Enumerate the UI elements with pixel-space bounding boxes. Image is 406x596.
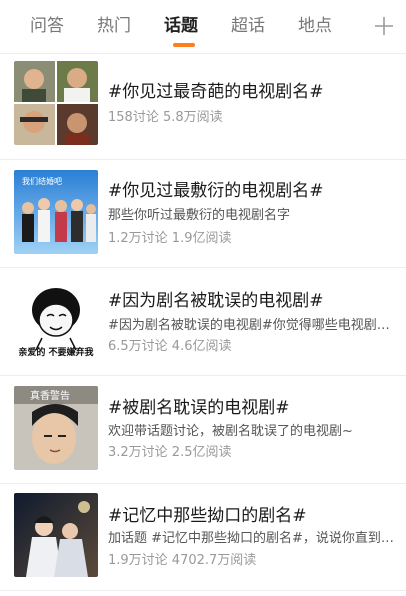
list-divider <box>0 590 406 591</box>
list-divider <box>0 483 406 484</box>
thumbnail-caption: 亲爱的 不要嫌弃我 <box>18 348 94 358</box>
topic-thumbnail <box>14 61 98 145</box>
tab-topics[interactable]: 话题 <box>164 14 198 38</box>
topic-item[interactable]: 真香警告 #被剧名耽误的电视剧# 欢迎带话题讨论，被剧名耽误了的电视剧~ 3.2… <box>0 386 406 478</box>
tab-bar: 问答 热门 话题 超话 地点 <box>0 0 406 54</box>
topic-item[interactable]: #记忆中那些拗口的剧名# 加话题 #记忆中那些拗口的剧名#，说说你直到现在都记不… <box>0 493 406 585</box>
topic-item[interactable]: 亲爱的 不要嫌弃我 #因为剧名被耽误的电视剧# #因为剧名被耽误的电视剧#你觉得… <box>0 280 406 368</box>
topic-title: #你见过最敷衍的电视剧名# <box>108 181 324 201</box>
topic-stats: 6.5万讨论 4.6亿阅读 <box>108 339 232 354</box>
topic-item[interactable]: #你见过最奇葩的电视剧名# 158讨论 5.8万阅读 <box>0 61 406 156</box>
tab-bar-divider <box>0 53 406 54</box>
tab-super-topics[interactable]: 超话 <box>231 14 265 38</box>
topic-stats: 3.2万讨论 2.5亿阅读 <box>108 445 232 460</box>
tab-places[interactable]: 地点 <box>298 14 332 38</box>
topic-title: #你见过最奇葩的电视剧名# <box>108 82 324 102</box>
thumbnail-caption: 真香警告 <box>30 391 70 402</box>
topic-stats: 1.2万讨论 1.9亿阅读 <box>108 231 232 246</box>
tab-qa[interactable]: 问答 <box>30 14 64 38</box>
topic-thumbnail <box>14 493 98 577</box>
plus-icon[interactable] <box>372 14 396 38</box>
topic-stats: 158讨论 5.8万阅读 <box>108 110 223 125</box>
topic-title: #被剧名耽误的电视剧# <box>108 398 290 418</box>
topic-description: 加话题 #记忆中那些拗口的剧名#，说说你直到现在都记不住的剧名吧 <box>108 531 398 546</box>
active-tab-indicator <box>173 43 195 47</box>
tab-hot[interactable]: 热门 <box>97 14 131 38</box>
list-divider <box>0 267 406 268</box>
topic-item[interactable]: 我们结婚吧 #你见过最敷衍的电视剧名# 那些你听过最敷衍的电视剧名字 1.2万讨… <box>0 170 406 260</box>
topic-title: #因为剧名被耽误的电视剧# <box>108 291 324 311</box>
topic-description: #因为剧名被耽误的电视剧#你觉得哪些电视剧被剧名耽误了 <box>108 318 398 333</box>
topic-stats: 1.9万讨论 4702.7万阅读 <box>108 553 257 568</box>
thumbnail-caption: 我们结婚吧 <box>22 177 62 186</box>
list-divider <box>0 375 406 376</box>
topic-title: #记忆中那些拗口的剧名# <box>108 506 307 526</box>
topic-description: 欢迎带话题讨论，被剧名耽误了的电视剧~ <box>108 424 353 439</box>
list-divider <box>0 159 406 160</box>
topic-description: 那些你听过最敷衍的电视剧名字 <box>108 208 291 223</box>
